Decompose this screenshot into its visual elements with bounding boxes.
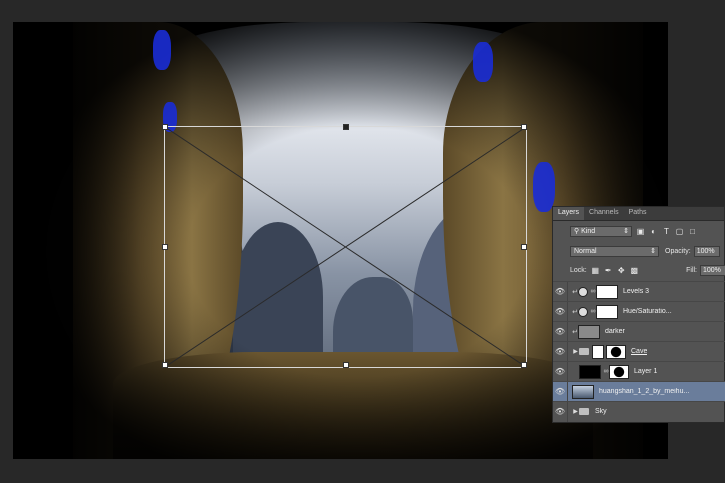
smart-object-thumbnail[interactable] (572, 384, 594, 399)
transform-handle-top[interactable] (343, 124, 349, 130)
filter-type-icon[interactable]: T (662, 227, 671, 236)
folder-icon (579, 348, 589, 355)
divider (567, 401, 568, 422)
levels-icon (578, 286, 588, 297)
divider (567, 381, 568, 402)
search-icon: ⚲ (574, 228, 580, 235)
lock-label: Lock: (570, 266, 587, 274)
tab-layers[interactable]: Layers (553, 207, 585, 220)
layer-name[interactable]: Hue/Saturatio... (623, 308, 672, 315)
divider (567, 361, 568, 382)
selection-highlight (533, 162, 555, 212)
visibility-eye-icon[interactable]: 👁 (553, 367, 567, 376)
filter-pixel-icon[interactable]: ▣ (636, 227, 645, 236)
selection-highlight (473, 42, 493, 82)
selection-highlight (153, 30, 171, 70)
visibility-eye-icon[interactable]: 👁 (553, 327, 567, 336)
layer-mask-thumbnail[interactable] (596, 304, 618, 319)
layer-name[interactable]: Layer 1 (634, 368, 657, 375)
transform-handle-left[interactable] (162, 244, 168, 250)
free-transform-box[interactable] (162, 124, 527, 368)
blend-mode-value: Normal (574, 247, 597, 255)
layer-row[interactable]: 👁 ▶ Sky (553, 401, 725, 422)
layer-name[interactable]: Levels 3 (623, 288, 649, 295)
transform-handle-top-left[interactable] (162, 124, 168, 130)
visibility-eye-icon[interactable]: 👁 (553, 307, 567, 316)
layer-name[interactable]: darker (605, 328, 625, 335)
divider (567, 341, 568, 362)
transform-diagonals (165, 127, 526, 367)
transform-handle-bottom-right[interactable] (521, 362, 527, 368)
divider (567, 321, 568, 342)
lock-image-pixels-icon[interactable]: ✒ (604, 266, 613, 275)
blend-mode-select[interactable]: Normal ⇕ (570, 245, 659, 257)
layer-thumbnail[interactable] (579, 364, 601, 379)
cave-rock-bottom (113, 352, 593, 459)
lock-all-icon[interactable]: ▩ (630, 266, 639, 275)
expand-arrow-icon[interactable]: ▶ (572, 348, 579, 355)
group-mask-thumbnail[interactable] (592, 344, 604, 359)
fill-input[interactable]: 100% (700, 264, 725, 276)
layer-mask-thumbnail[interactable] (606, 344, 626, 359)
visibility-eye-icon[interactable]: 👁 (553, 287, 567, 296)
transform-handle-right[interactable] (521, 244, 527, 250)
transform-handle-bottom-left[interactable] (162, 362, 168, 368)
lock-row: Lock: ▦ ✒ ✥ ▩ Fill: 100% (553, 260, 725, 280)
lock-position-icon[interactable]: ✥ (617, 266, 626, 275)
chevron-updown-icon: ⇕ (623, 228, 629, 235)
filter-shape-icon[interactable]: ▢ (675, 227, 684, 236)
layer-row[interactable]: 👁 ▶ Cave (553, 341, 725, 362)
filter-smart-object-icon[interactable]: □ (688, 227, 697, 236)
layer-mask-thumbnail[interactable] (596, 284, 618, 299)
divider (567, 301, 568, 322)
panel-tabs: Layers Channels Paths (553, 207, 724, 221)
opacity-input[interactable]: 100% (693, 245, 720, 257)
folder-icon (579, 408, 589, 415)
visibility-eye-icon[interactable]: 👁 (553, 407, 567, 416)
layer-mask-thumbnail[interactable] (609, 364, 629, 379)
layer-name[interactable]: Sky (595, 408, 607, 415)
fill-label: Fill: (686, 266, 697, 274)
filter-kind-select[interactable]: ⚲ Kind ⇕ (570, 225, 632, 237)
lock-transparent-pixels-icon[interactable]: ▦ (591, 266, 600, 275)
filter-kind-value: Kind (581, 227, 596, 235)
opacity-label: Opacity: (665, 247, 691, 255)
layer-row[interactable]: 👁 ∞ Layer 1 (553, 361, 725, 382)
chevron-updown-icon: ⇕ (650, 248, 656, 255)
visibility-eye-icon[interactable]: 👁 (553, 387, 567, 396)
tab-paths[interactable]: Paths (624, 207, 652, 220)
layer-row-selected[interactable]: 👁 huangshan_1_2_by_meihu... (553, 381, 725, 402)
transform-handle-top-right[interactable] (521, 124, 527, 130)
layer-filter-row: ⚲ Kind ⇕ ▣ ◐ T ▢ □ (553, 221, 725, 241)
tab-channels[interactable]: Channels (584, 207, 624, 220)
layer-row[interactable]: 👁 ↵ ∞ Hue/Saturatio... (553, 301, 725, 322)
transform-handle-bottom[interactable] (343, 362, 349, 368)
layer-name[interactable]: Cave (631, 348, 647, 355)
layer-thumbnail[interactable] (578, 324, 600, 339)
blend-row: Normal ⇕ Opacity: 100% (553, 241, 725, 261)
layer-row[interactable]: 👁 ↵ darker (553, 321, 725, 342)
expand-arrow-icon[interactable]: ▶ (572, 408, 579, 415)
layer-row[interactable]: 👁 ↵ ∞ Levels 3 (553, 281, 725, 302)
divider (567, 281, 568, 302)
hue-saturation-icon (578, 306, 588, 317)
layers-panel: Layers Channels Paths ⚲ Kind ⇕ ▣ ◐ T ▢ □… (552, 206, 725, 423)
filter-adjustment-icon[interactable]: ◐ (649, 227, 658, 236)
layer-name[interactable]: huangshan_1_2_by_meihu... (599, 388, 689, 395)
visibility-eye-icon[interactable]: 👁 (553, 347, 567, 356)
